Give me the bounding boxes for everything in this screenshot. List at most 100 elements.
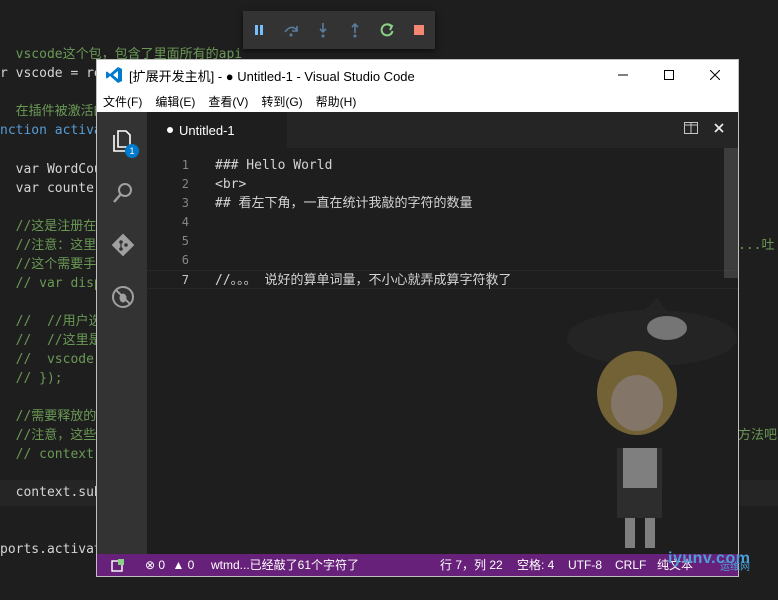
tab-untitled-1[interactable]: Untitled-1 bbox=[147, 112, 287, 148]
title-bar: [扩展开发主机] - ● Untitled-1 - Visual Studio … bbox=[97, 60, 738, 90]
source-control-button[interactable] bbox=[110, 232, 136, 258]
debug-toolbar bbox=[243, 11, 435, 49]
background-code-line: context.sub bbox=[0, 485, 102, 500]
warning-icon: ▲ bbox=[172, 558, 185, 572]
vscode-logo-icon bbox=[106, 67, 122, 83]
step-into-icon bbox=[319, 23, 327, 38]
step-out-button[interactable] bbox=[344, 19, 366, 41]
step-into-button[interactable] bbox=[312, 19, 334, 41]
menu-file[interactable]: 文件(F) bbox=[101, 93, 144, 110]
background-code-line: var WordCou bbox=[0, 162, 102, 177]
close-editor-icon[interactable] bbox=[714, 123, 724, 133]
indentation[interactable]: 空格: 4 bbox=[517, 554, 554, 576]
line-text: //。。。 说好的算单词量，不小心就弄成算字符数了 bbox=[215, 273, 512, 288]
debug-icon bbox=[112, 286, 134, 308]
code-line: 5 bbox=[147, 232, 738, 251]
line-ending[interactable]: CRLF bbox=[615, 554, 646, 576]
code-line: 1 ### Hello World bbox=[147, 156, 738, 175]
explorer-badge: 1 bbox=[125, 144, 139, 158]
minimize-icon bbox=[618, 74, 628, 76]
line-text: ## 看左下角，一直在统计我敲的字符的数量 bbox=[215, 196, 473, 211]
search-icon bbox=[113, 183, 132, 203]
step-over-icon bbox=[284, 26, 298, 37]
background-code-line: r vscode = re bbox=[0, 66, 102, 81]
background-code-line: ...吐 bbox=[738, 238, 775, 253]
background-code-line: ports.activat bbox=[0, 542, 102, 557]
git-icon bbox=[111, 233, 135, 257]
line-number: 2 bbox=[181, 177, 189, 191]
restart-icon bbox=[380, 23, 394, 37]
background-character-image bbox=[567, 298, 737, 548]
background-code-line: nction activa bbox=[0, 123, 102, 138]
background-code-line: var counter bbox=[0, 181, 102, 196]
encoding[interactable]: UTF-8 bbox=[568, 554, 602, 576]
background-code-line: // vscode. bbox=[0, 352, 102, 367]
vscode-window: [扩展开发主机] - ● Untitled-1 - Visual Studio … bbox=[96, 59, 739, 577]
problems-indicator[interactable]: ⊗ 0 ▲ 0 bbox=[145, 554, 194, 576]
code-line: 4 bbox=[147, 213, 738, 232]
line-text: <br> bbox=[215, 177, 247, 192]
menu-goto[interactable]: 转到(G) bbox=[259, 93, 304, 110]
watermark-sub: 运维网 bbox=[720, 562, 750, 573]
line-text: ### Hello World bbox=[215, 158, 333, 173]
cursor-position[interactable]: 行 7，列 22 bbox=[440, 554, 503, 576]
split-editor-icon[interactable] bbox=[684, 122, 698, 134]
maximize-button[interactable] bbox=[646, 60, 692, 90]
text-cursor bbox=[489, 272, 490, 289]
background-code-line: 在插件被激活的 bbox=[0, 104, 107, 119]
window-controls bbox=[600, 60, 738, 90]
tab-actions bbox=[684, 122, 724, 134]
line-number: 1 bbox=[181, 158, 189, 172]
background-code-line: // //这里是 bbox=[0, 333, 102, 348]
stop-icon bbox=[414, 25, 424, 35]
error-count: 0 bbox=[158, 558, 166, 572]
status-bar: ⊗ 0 ▲ 0 wtmd...已经敲了61个字符了 行 7，列 22 空格: 4… bbox=[97, 554, 738, 576]
menu-help[interactable]: 帮助(H) bbox=[314, 93, 359, 110]
editor-scrollbar-thumb[interactable] bbox=[724, 148, 738, 278]
restart-button[interactable] bbox=[376, 19, 398, 41]
error-icon: ⊗ bbox=[145, 558, 156, 572]
background-code-line: // var disp bbox=[0, 276, 102, 291]
maximize-icon bbox=[664, 70, 674, 80]
menu-edit[interactable]: 编辑(E) bbox=[153, 93, 197, 110]
line-number: 3 bbox=[181, 196, 189, 210]
background-code-line: //这是注册在 bbox=[0, 219, 97, 234]
warning-count: 0 bbox=[187, 558, 195, 572]
stop-button[interactable] bbox=[408, 19, 430, 41]
close-window-button[interactable] bbox=[692, 60, 738, 90]
menu-bar: 文件(F) 编辑(E) 查看(V) 转到(G) 帮助(H) bbox=[97, 90, 738, 112]
background-code-line: // //用户选 bbox=[0, 314, 102, 329]
window-title: [扩展开发主机] - ● Untitled-1 - Visual Studio … bbox=[129, 68, 415, 84]
run-extension-icon bbox=[111, 559, 124, 572]
background-code-line: //这个需要手 bbox=[0, 257, 97, 272]
step-out-icon bbox=[351, 22, 359, 38]
code-line: 6 bbox=[147, 251, 738, 270]
feedback-button[interactable] bbox=[111, 554, 125, 576]
background-code-line: // context. bbox=[0, 447, 102, 462]
pause-button[interactable] bbox=[248, 19, 270, 41]
search-button[interactable] bbox=[110, 180, 136, 206]
word-count-message: wtmd...已经敲了61个字符了 bbox=[211, 558, 360, 572]
debug-button[interactable] bbox=[110, 284, 136, 310]
line-number: 7 bbox=[181, 273, 189, 287]
step-over-button[interactable] bbox=[280, 19, 302, 41]
line-number: 5 bbox=[181, 234, 189, 248]
background-code-line: // }); bbox=[0, 371, 63, 386]
activity-bar: 1 bbox=[97, 112, 147, 554]
pause-icon bbox=[255, 25, 263, 35]
code-line: 3 ## 看左下角，一直在统计我敲的字符的数量 bbox=[147, 194, 738, 213]
unsaved-dot-icon bbox=[167, 127, 173, 133]
code-line: 2 <br> bbox=[147, 175, 738, 194]
line-number: 4 bbox=[181, 215, 189, 229]
line-number: 6 bbox=[181, 253, 189, 267]
background-code-line: 方法吧 bbox=[738, 428, 778, 443]
tab-bar: Untitled-1 bbox=[147, 112, 738, 148]
background-code-line: //需要释放的 bbox=[0, 409, 97, 424]
editor-area: Untitled-1 1 ### Hello World 2 <br> 3 ##… bbox=[147, 112, 738, 554]
background-code-line: //注意，这些 bbox=[0, 428, 97, 443]
current-code-line: 7 //。。。 说好的算单词量，不小心就弄成算字符数了 bbox=[147, 270, 738, 289]
close-icon bbox=[710, 70, 720, 80]
tab-label: Untitled-1 bbox=[179, 122, 235, 138]
minimize-button[interactable] bbox=[600, 60, 646, 90]
menu-view[interactable]: 查看(V) bbox=[206, 93, 250, 110]
